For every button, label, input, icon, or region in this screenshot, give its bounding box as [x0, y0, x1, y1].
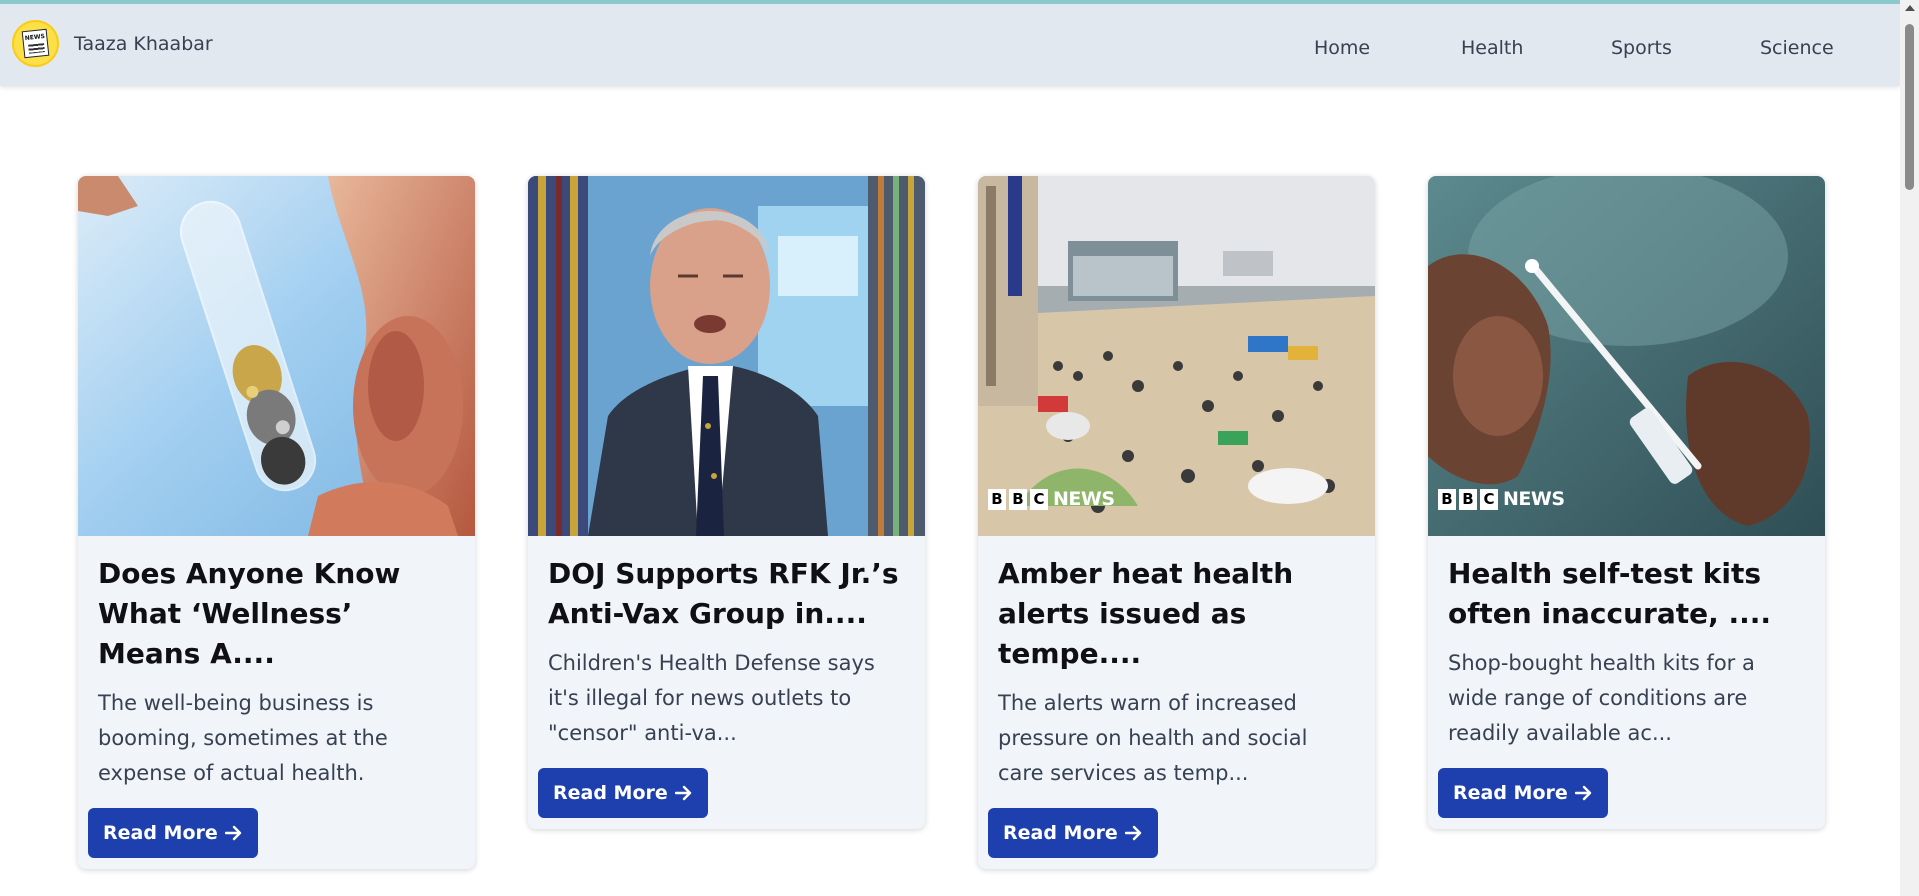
- nav-science[interactable]: Science: [1760, 37, 1834, 59]
- article-title[interactable]: Health self-test kits often inaccurate, …: [1448, 554, 1805, 634]
- bbc-letter: B: [1459, 488, 1477, 510]
- brand[interactable]: NEWS Taaza Khaabar: [12, 20, 213, 67]
- article-image[interactable]: [528, 176, 925, 536]
- article-card: DOJ Supports RFK Jr.’s Anti-Vax Group in…: [528, 176, 925, 829]
- article-description: The well-being business is booming, some…: [98, 691, 388, 785]
- article-card: Does Anyone Know What ‘Wellness’ Means A…: [78, 176, 475, 869]
- bbc-letter: B: [1009, 488, 1027, 510]
- read-more-button[interactable]: Read More: [538, 768, 708, 818]
- read-more-label: Read More: [1003, 822, 1118, 844]
- scrollbar-thumb[interactable]: [1905, 24, 1914, 190]
- article-image[interactable]: B B C NEWS: [978, 176, 1375, 536]
- article-card: B B C NEWS Health self-test kits often i…: [1428, 176, 1825, 829]
- nav-sports[interactable]: Sports: [1611, 37, 1672, 59]
- read-more-button[interactable]: Read More: [988, 808, 1158, 858]
- arrow-right-icon: [1124, 825, 1143, 841]
- news-logo-icon: NEWS: [12, 20, 59, 67]
- article-title[interactable]: DOJ Supports RFK Jr.’s Anti-Vax Group in…: [548, 554, 905, 634]
- article-title[interactable]: Amber heat health alerts issued as tempe…: [998, 554, 1355, 674]
- bbc-news-watermark: B B C NEWS: [988, 488, 1115, 510]
- nav-home[interactable]: Home: [1314, 37, 1370, 59]
- arrow-right-icon: [224, 825, 243, 841]
- article-title[interactable]: Does Anyone Know What ‘Wellness’ Means A…: [98, 554, 455, 674]
- read-more-label: Read More: [103, 822, 218, 844]
- nav-health[interactable]: Health: [1461, 37, 1523, 59]
- bbc-letter: B: [988, 488, 1006, 510]
- brand-name[interactable]: Taaza Khaabar: [74, 33, 213, 55]
- article-description: Children's Health Defense says it's ille…: [548, 651, 875, 745]
- read-more-label: Read More: [553, 782, 668, 804]
- article-card: B B C NEWS Amber heat health alerts issu…: [978, 176, 1375, 869]
- read-more-button[interactable]: Read More: [1438, 768, 1608, 818]
- vertical-scrollbar[interactable]: [1900, 0, 1919, 896]
- article-image[interactable]: [78, 176, 475, 536]
- navbar: NEWS Taaza Khaabar Home Health Sports Sc…: [0, 4, 1900, 86]
- article-description: Shop-bought health kits for a wide range…: [1448, 651, 1755, 745]
- arrow-right-icon: [1574, 785, 1593, 801]
- bbc-letter: C: [1480, 488, 1498, 510]
- read-more-label: Read More: [1453, 782, 1568, 804]
- scroll-up-arrow-icon[interactable]: [1905, 5, 1915, 11]
- bbc-news-text: NEWS: [1503, 488, 1565, 510]
- read-more-button[interactable]: Read More: [88, 808, 258, 858]
- bbc-news-text: NEWS: [1053, 488, 1115, 510]
- article-description: The alerts warn of increased pressure on…: [998, 691, 1308, 785]
- arrow-right-icon: [674, 785, 693, 801]
- article-image[interactable]: B B C NEWS: [1428, 176, 1825, 536]
- bbc-letter: B: [1438, 488, 1456, 510]
- bbc-letter: C: [1030, 488, 1048, 510]
- logo-text: NEWS: [24, 33, 46, 43]
- bbc-news-watermark: B B C NEWS: [1438, 488, 1565, 510]
